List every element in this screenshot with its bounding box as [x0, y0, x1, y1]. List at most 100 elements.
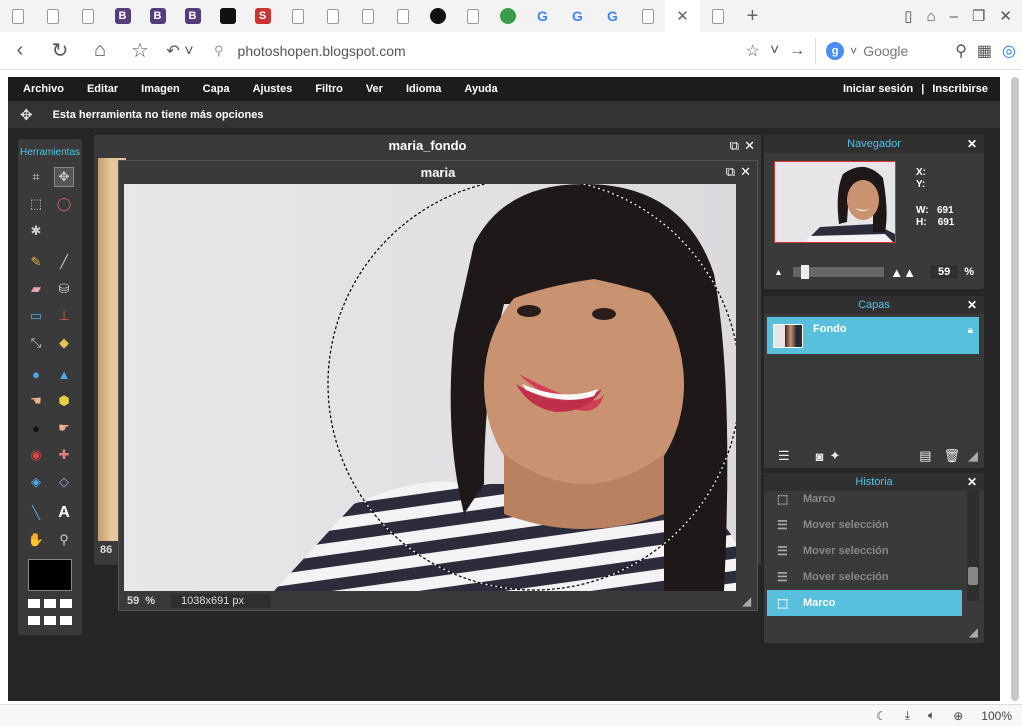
volume-icon[interactable]: 🔈︎ — [928, 708, 935, 723]
new-tab-button[interactable]: + — [735, 0, 770, 32]
home-icon[interactable]: ⌂ — [80, 32, 120, 70]
crop-tool-icon[interactable]: ⌗ — [26, 167, 46, 187]
close-icon[interactable]: ✕ — [967, 475, 977, 489]
burn-tool-icon[interactable]: ● — [26, 418, 46, 438]
browser-tab[interactable]: S — [245, 0, 280, 32]
browser-tab[interactable] — [455, 0, 490, 32]
menu-item[interactable]: Editar — [87, 83, 118, 95]
zoom-slider[interactable] — [792, 265, 885, 279]
zoom-in-icon[interactable]: ▲▲ — [890, 265, 916, 280]
zoom-out-icon[interactable]: ▲ — [774, 267, 783, 277]
close-icon[interactable]: ✕ — [744, 138, 755, 154]
zoom-tool-icon[interactable]: ⚲ — [54, 530, 74, 550]
browser-tab[interactable] — [280, 0, 315, 32]
resize-handle-icon[interactable]: ◢ — [969, 625, 978, 639]
browser-tab[interactable]: G — [560, 0, 595, 32]
layer-mask-icon[interactable]: ◙ — [816, 449, 824, 464]
close-window-icon[interactable]: ✕ — [999, 7, 1012, 25]
sponge-tool-icon[interactable]: ⬢ — [54, 391, 74, 411]
grid-apps-icon[interactable]: ▦ — [977, 41, 992, 61]
browser-tab[interactable] — [70, 0, 105, 32]
picker-tool-icon[interactable]: ╲ — [26, 503, 46, 523]
gradient-tool-icon[interactable]: ▭ — [26, 306, 46, 326]
favorite-icon[interactable]: ☆ — [120, 32, 160, 70]
signup-link[interactable]: Inscribirse — [932, 83, 988, 95]
grid-toggle-button[interactable] — [28, 599, 74, 629]
search-engine-icon[interactable]: g — [826, 42, 845, 60]
menu-item[interactable]: Ver — [366, 83, 383, 95]
sharpen-tool-icon[interactable]: ▲ — [54, 364, 74, 384]
layer-settings-icon[interactable]: ☰ — [778, 448, 790, 464]
history-item[interactable]: ⬚ Marco — [767, 486, 962, 512]
delete-layer-icon[interactable]: 🗑︎ — [943, 448, 960, 464]
spot-heal-tool-icon[interactable]: ✚ — [54, 445, 74, 465]
zoom-icon[interactable]: ⊕ — [953, 709, 963, 723]
dropdown-chevron-icon[interactable]: ˅ — [770, 42, 779, 60]
browser-tab[interactable]: B — [140, 0, 175, 32]
browser-tab[interactable] — [350, 0, 385, 32]
skin-icon[interactable]: ⌂ — [927, 8, 936, 25]
browser-tab[interactable]: B — [175, 0, 210, 32]
menu-item[interactable]: Capa — [203, 83, 230, 95]
drawing-tool-icon[interactable]: ◆ — [54, 333, 74, 353]
layer-item[interactable]: Fondo 🔒︎ — [767, 317, 979, 354]
text-tool-icon[interactable]: A — [54, 503, 74, 523]
bookmark-star-icon[interactable]: ☆ — [745, 41, 759, 61]
menu-item[interactable]: Imagen — [141, 83, 180, 95]
browser-tab[interactable] — [490, 0, 525, 32]
resize-handle-icon[interactable]: ◢ — [743, 595, 751, 608]
navigator-zoom-value[interactable]: 59 — [929, 265, 959, 279]
browser-tab[interactable]: ✕ — [665, 0, 700, 32]
smudge-tool-icon[interactable]: ☚ — [26, 391, 46, 411]
history-item[interactable]: ☰ Mover selección — [767, 512, 962, 538]
magic-wand-icon[interactable]: ✱ — [26, 221, 46, 241]
url-text[interactable]: photoshopen.blogspot.com — [238, 43, 406, 59]
zoom-value[interactable]: 59 — [127, 595, 139, 607]
menu-item[interactable]: Idioma — [406, 83, 441, 95]
close-icon[interactable]: ✕ — [967, 298, 977, 312]
reload-icon[interactable]: ↻ — [40, 32, 80, 70]
browser-tab[interactable] — [385, 0, 420, 32]
menu-item[interactable]: Ayuda — [464, 83, 497, 95]
maximize-icon[interactable]: ⧉ — [730, 138, 739, 154]
close-icon[interactable]: ✕ — [967, 137, 977, 151]
brush-tool-icon[interactable]: ╱ — [54, 252, 74, 272]
stamp-tool-icon[interactable]: ⊥ — [54, 306, 74, 326]
browser-tab[interactable] — [315, 0, 350, 32]
new-layer-icon[interactable]: ▤ — [919, 448, 931, 464]
search-input[interactable]: Google — [863, 43, 949, 59]
tab-overview-icon[interactable]: ▯ — [904, 7, 912, 25]
pinch-tool-icon[interactable]: ◇ — [54, 472, 74, 492]
minimize-icon[interactable]: – — [950, 8, 958, 25]
dodge-tool-icon[interactable]: ☛ — [54, 418, 74, 438]
bucket-tool-icon[interactable]: ⛁ — [54, 279, 74, 299]
engine-chevron-icon[interactable]: ˅ — [850, 44, 857, 58]
pencil-tool-icon[interactable]: ✎ — [26, 252, 46, 272]
move-tool-icon[interactable]: ✥ — [54, 167, 74, 187]
login-link[interactable]: Iniciar sesión — [843, 83, 913, 95]
blur-tool-icon[interactable]: ● — [26, 364, 46, 384]
browser-tab[interactable] — [210, 0, 245, 32]
history-item-selected[interactable]: ⬚ Marco — [767, 590, 962, 616]
back-icon[interactable]: ‹ — [0, 32, 40, 70]
maximize-icon[interactable]: ⧉ — [726, 164, 735, 180]
browser-tab[interactable]: B — [105, 0, 140, 32]
history-item[interactable]: ☰ Mover selección — [767, 564, 962, 590]
resize-handle-icon[interactable]: ◢ — [968, 448, 978, 464]
undo-close-icon[interactable]: ↶ ˅ — [160, 32, 200, 70]
extension-icon[interactable]: ◎ — [1002, 41, 1016, 61]
browser-tab[interactable] — [420, 0, 455, 32]
night-mode-icon[interactable]: ☾ — [876, 709, 887, 723]
menu-item[interactable]: Archivo — [23, 83, 64, 95]
hand-tool-icon[interactable]: ✋ — [26, 530, 46, 550]
history-scrollbar[interactable] — [967, 491, 979, 601]
color-swatch[interactable] — [28, 559, 72, 591]
go-arrow-icon[interactable]: → — [789, 42, 805, 60]
navigator-thumbnail[interactable] — [774, 161, 896, 243]
marquee-tool-icon[interactable]: ⬚ — [26, 194, 46, 214]
browser-tab[interactable]: G — [595, 0, 630, 32]
browser-tab[interactable] — [630, 0, 665, 32]
eraser-tool-icon[interactable]: ▰ — [26, 279, 46, 299]
image-canvas[interactable] — [124, 184, 736, 591]
lock-icon[interactable]: 🔒︎ — [968, 325, 973, 336]
